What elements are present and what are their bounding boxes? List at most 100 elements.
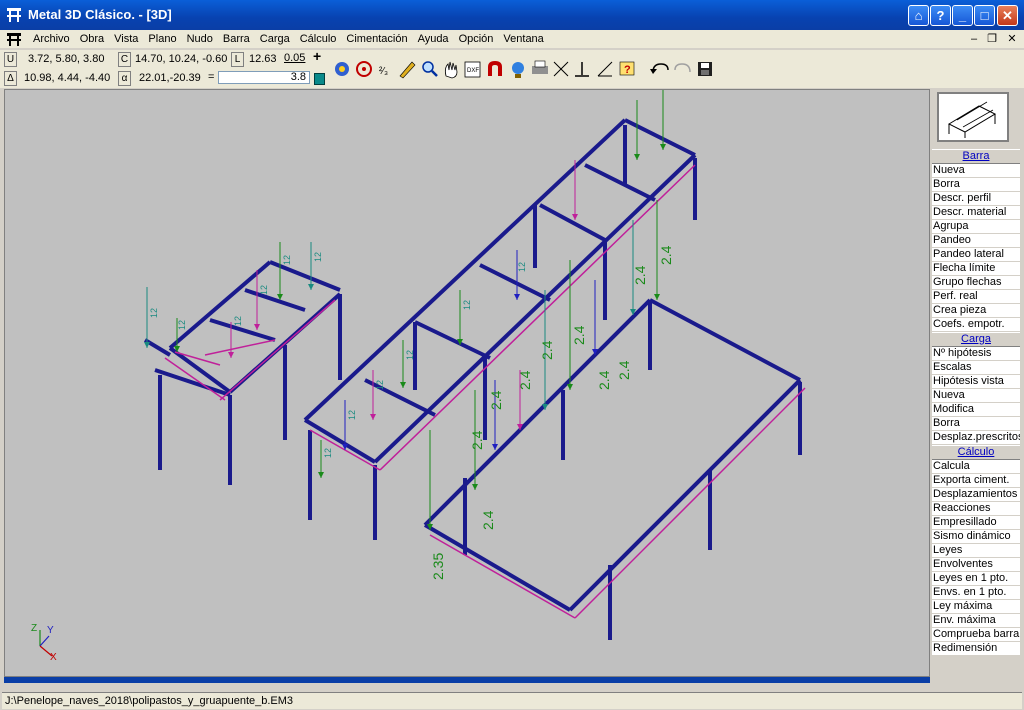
command-flecha-limite[interactable]: Flecha límite: [932, 262, 1020, 276]
delta-label: Δ: [4, 71, 17, 86]
command-n-hipotesis[interactable]: Nº hipótesis: [932, 347, 1020, 361]
command-pandeo[interactable]: Pandeo: [932, 234, 1020, 248]
menu-carga[interactable]: Carga: [255, 32, 295, 46]
load-arrowhead: [228, 352, 234, 358]
minimize-button[interactable]: _: [952, 5, 973, 26]
command-borra[interactable]: Borra: [932, 417, 1020, 431]
menu-archivo[interactable]: Archivo: [28, 32, 75, 46]
command-comprueba-barra[interactable]: Comprueba barra: [932, 628, 1020, 642]
load-label: 12: [282, 255, 292, 265]
menu-opci-n[interactable]: Opción: [454, 32, 499, 46]
command-desplaz-prescritos[interactable]: Desplaz.prescritos: [932, 431, 1020, 445]
command-envolventes[interactable]: Envolventes: [932, 558, 1020, 572]
plus-icon[interactable]: +: [313, 49, 321, 63]
command-escalas[interactable]: Escalas: [932, 361, 1020, 375]
load-label: 12: [233, 316, 243, 326]
menu-c-lculo[interactable]: Cálculo: [295, 32, 342, 46]
command-empresillado[interactable]: Empresillado: [932, 516, 1020, 530]
command-exporta-ciment[interactable]: Exporta ciment.: [932, 474, 1020, 488]
section-header-c-lculo: Cálculo: [932, 445, 1020, 460]
scale-field[interactable]: 3.8: [218, 71, 310, 84]
command-perf-real[interactable]: Perf. real: [932, 290, 1020, 304]
measure-icon[interactable]: [597, 61, 613, 77]
help-button[interactable]: ?: [930, 5, 951, 26]
menu-ayuda[interactable]: Ayuda: [413, 32, 454, 46]
svg-text:?: ?: [624, 64, 631, 76]
load-arrowhead: [567, 384, 573, 390]
globe-icon[interactable]: [512, 62, 524, 78]
document-icon[interactable]: [6, 32, 22, 46]
redo-icon[interactable]: [674, 63, 691, 73]
mdi-minimize-button[interactable]: –: [966, 32, 982, 46]
rotate-view-icon[interactable]: [335, 62, 349, 76]
command-descr-material[interactable]: Descr. material: [932, 206, 1020, 220]
command-hipotesis-vista[interactable]: Hipótesis vista: [932, 375, 1020, 389]
app-icon[interactable]: [6, 7, 22, 23]
magnet-icon[interactable]: [488, 61, 502, 76]
command-borra[interactable]: Borra: [932, 178, 1020, 192]
load-arrowhead: [660, 144, 666, 150]
delta-value: 10.98, 4.44, -4.40: [24, 72, 111, 84]
save-icon[interactable]: [698, 62, 712, 76]
mdi-restore-button[interactable]: ❐: [984, 32, 1000, 46]
menu-ventana[interactable]: Ventana: [498, 32, 548, 46]
command-redimension[interactable]: Redimensión: [932, 642, 1020, 656]
help-app-icon[interactable]: ⌂: [908, 5, 929, 26]
command-crea-pieza[interactable]: Crea pieza: [932, 304, 1020, 318]
pan-hand-icon[interactable]: [444, 61, 458, 79]
close-button[interactable]: ✕: [997, 5, 1018, 26]
command-coefs-empotr[interactable]: Coefs. empotr.: [932, 318, 1020, 332]
load-label: 12: [517, 262, 527, 272]
command-envs-en-1-pto[interactable]: Envs. en 1 pto.: [932, 586, 1020, 600]
axis-view-icon[interactable]: ²⁄₃: [379, 66, 388, 77]
step-value[interactable]: 0.05: [284, 52, 305, 65]
section-header-barra: Barra: [932, 149, 1020, 164]
file-path: J:\Penelope_naves_2018\polipastos_y_grua…: [5, 695, 294, 707]
command-ley-maxima[interactable]: Ley máxima: [932, 600, 1020, 614]
nodes-icon[interactable]: [553, 61, 569, 77]
menu-plano[interactable]: Plano: [143, 32, 181, 46]
support-icon[interactable]: [575, 62, 589, 77]
command-leyes[interactable]: Leyes: [932, 544, 1020, 558]
menu-nudo[interactable]: Nudo: [182, 32, 218, 46]
command-sismo-dinamico[interactable]: Sismo dinámico: [932, 530, 1020, 544]
command-nueva[interactable]: Nueva: [932, 389, 1020, 403]
command-reacciones[interactable]: Reacciones: [932, 502, 1020, 516]
undo-icon[interactable]: [650, 63, 669, 74]
dxf-icon[interactable]: DXF: [464, 61, 481, 78]
mdi-close-button[interactable]: ✕: [1004, 32, 1020, 46]
load-arrowhead: [654, 294, 660, 300]
structure-preview[interactable]: [937, 92, 1009, 142]
load-label: 12: [405, 350, 415, 360]
command-modifica[interactable]: Modifica: [932, 403, 1020, 417]
query-icon[interactable]: ?: [619, 61, 635, 76]
command-calcula[interactable]: Calcula: [932, 460, 1020, 474]
pencil-icon[interactable]: [399, 61, 416, 79]
command-pandeo-lateral[interactable]: Pandeo lateral: [932, 248, 1020, 262]
zoom-icon[interactable]: [422, 61, 438, 77]
command-leyes-en-1-pto[interactable]: Leyes en 1 pto.: [932, 572, 1020, 586]
menu-obra[interactable]: Obra: [75, 32, 109, 46]
command-desplazamientos[interactable]: Desplazamientos: [932, 488, 1020, 502]
command-grupo-flechas[interactable]: Grupo flechas: [932, 276, 1020, 290]
l-value: 12.63: [249, 53, 277, 65]
viewport-scrollbar[interactable]: [4, 677, 930, 683]
command-env-maxima[interactable]: Env. máxima: [932, 614, 1020, 628]
target-icon[interactable]: [356, 61, 372, 77]
load-label: 12: [177, 320, 187, 330]
scale-label: =: [208, 71, 215, 83]
calculator-icon[interactable]: [314, 73, 325, 85]
command-agrupa[interactable]: Agrupa: [932, 220, 1020, 234]
status-bar: J:\Penelope_naves_2018\polipastos_y_grua…: [2, 692, 1022, 709]
command-nueva[interactable]: Nueva: [932, 164, 1020, 178]
load-arrowhead: [492, 444, 498, 450]
load-label: 2.4: [488, 390, 504, 410]
menu-barra[interactable]: Barra: [218, 32, 255, 46]
command-descr-perfil[interactable]: Descr. perfil: [932, 192, 1020, 206]
print-icon[interactable]: [532, 60, 548, 74]
structure-model[interactable]: 1212 121212 121212121212122.42.42.42.42.42…: [5, 90, 930, 677]
maximize-button[interactable]: □: [974, 5, 995, 26]
3d-viewport[interactable]: 12 12 12 12 12 12 12 12 12 12 12 12 2.4 2.4 2.4 2.4 2.4 2…: [4, 89, 930, 677]
menu-vista[interactable]: Vista: [109, 32, 143, 46]
menu-cimentaci-n[interactable]: Cimentación: [341, 32, 412, 46]
